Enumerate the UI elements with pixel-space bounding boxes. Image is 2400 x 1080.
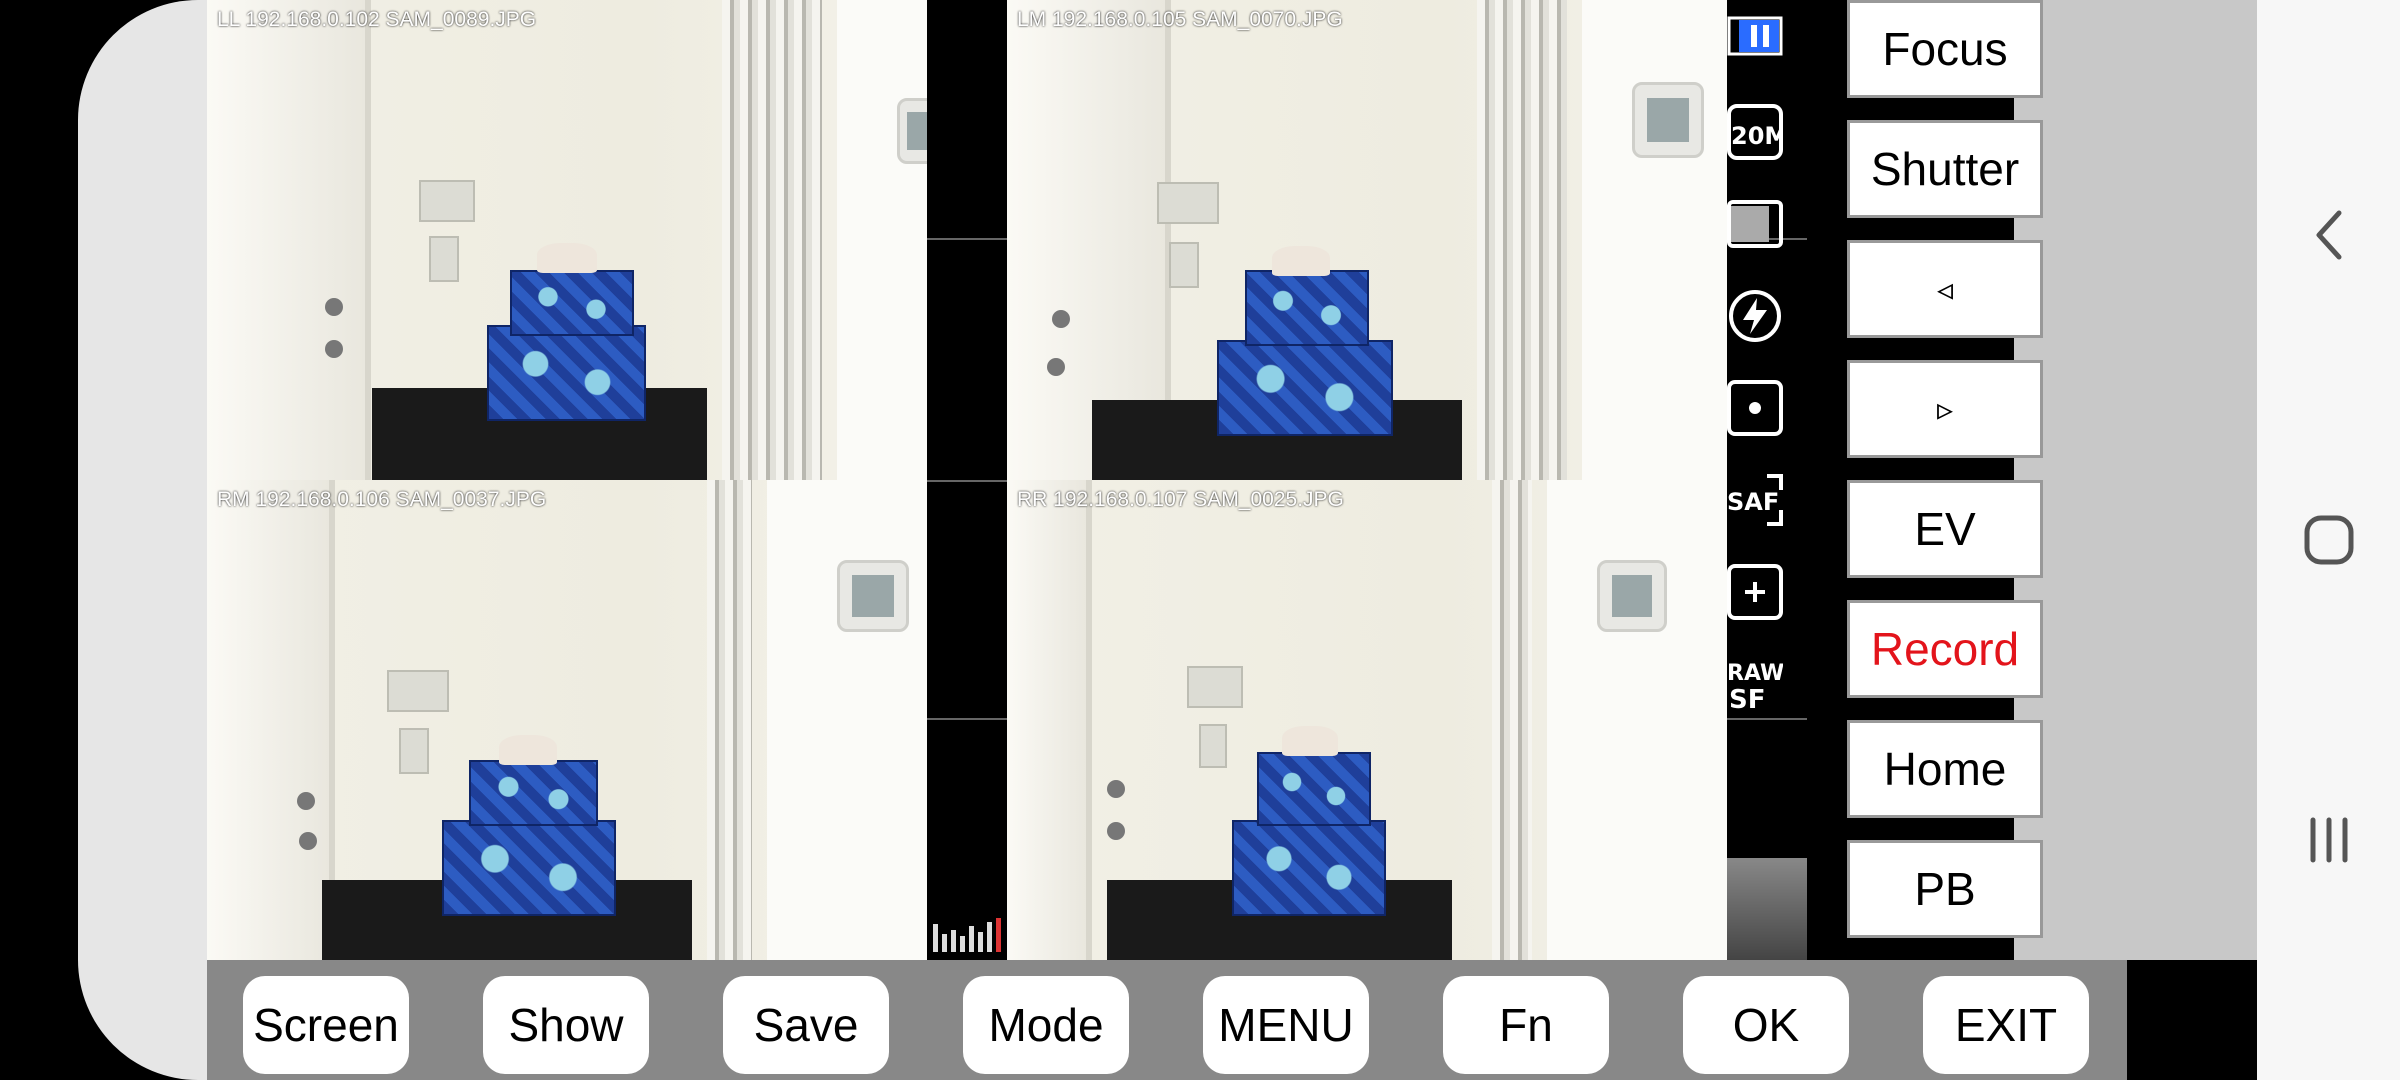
divider-line — [1727, 718, 1807, 720]
door-knob — [325, 298, 343, 316]
ev-button[interactable]: EV — [1847, 480, 2043, 578]
tissue — [499, 735, 557, 765]
wall-panel — [1187, 666, 1243, 708]
record-button[interactable]: Record — [1847, 600, 2043, 698]
pb-button[interactable]: PB — [1847, 840, 2043, 938]
camera-view-rr[interactable]: RR 192.168.0.107 SAM_0025.JPG — [1007, 480, 1727, 960]
divider-line — [927, 718, 1007, 720]
svg-text:RAW: RAW — [1727, 661, 1783, 686]
flash-off-icon — [1727, 288, 1783, 344]
camera-label: RR 192.168.0.107 SAM_0025.JPG — [1017, 488, 1344, 511]
closet-shutters — [722, 0, 822, 480]
recents-icon[interactable] — [2257, 805, 2400, 875]
door — [1007, 480, 1093, 960]
storage-box — [1257, 752, 1371, 826]
system-navigation-bar — [2257, 0, 2400, 1080]
save-button[interactable]: Save — [723, 976, 889, 1074]
tissue — [1272, 246, 1330, 276]
light-switch — [429, 236, 459, 282]
divider-line — [927, 238, 1007, 240]
home-button[interactable]: Home — [1847, 720, 2043, 818]
resolution-20m-icon: 20M — [1727, 104, 1783, 160]
device-bezel — [78, 0, 208, 1080]
next-button[interactable]: ▹ — [1847, 360, 2043, 458]
metering-spot-icon — [1727, 380, 1783, 436]
saf-focus-icon: SAF — [1727, 472, 1783, 528]
camera-view-rm[interactable]: RM 192.168.0.106 SAM_0037.JPG — [207, 480, 927, 960]
light-switch — [1199, 724, 1227, 768]
door-knob — [1107, 780, 1125, 798]
previous-button[interactable]: ◃ — [1847, 240, 2043, 338]
back-icon[interactable] — [2257, 200, 2400, 270]
door-knob — [299, 832, 317, 850]
divider-line — [927, 480, 1007, 482]
light-switch — [399, 728, 429, 774]
camera-view-lm[interactable]: LM 192.168.0.105 SAM_0070.JPG — [1007, 0, 1727, 480]
quality-sf-icon: RAW SF — [1727, 656, 1783, 712]
exit-button[interactable]: EXIT — [1923, 976, 2089, 1074]
wall — [1547, 480, 1727, 960]
camera-label: LM 192.168.0.105 SAM_0070.JPG — [1017, 8, 1343, 31]
svg-text:SF: SF — [1729, 685, 1766, 712]
thermostat — [897, 98, 927, 164]
wall-panel — [1157, 182, 1219, 224]
wall-panel — [387, 670, 449, 712]
light-switch — [1169, 242, 1199, 288]
door-knob — [325, 340, 343, 358]
audio-level-meter — [933, 918, 1001, 952]
thermostat — [1632, 82, 1704, 158]
door-knob — [1052, 310, 1070, 328]
mode-button[interactable]: Mode — [963, 976, 1129, 1074]
fn-button[interactable]: Fn — [1443, 976, 1609, 1074]
bottom-toolbar: Screen Show Save Mode MENU Fn OK EXIT — [207, 960, 2127, 1080]
storage-box — [487, 325, 646, 421]
closet-shutters — [707, 480, 752, 960]
screen-button[interactable]: Screen — [243, 976, 409, 1074]
status-icon-column: 20M SAF RAW SF — [1727, 0, 1807, 960]
wall-panel — [419, 180, 475, 222]
tissue — [1282, 726, 1338, 756]
scroll-gradient — [1727, 858, 1807, 960]
tissue — [537, 243, 597, 273]
closet-shutters — [1492, 480, 1532, 960]
thermostat — [1597, 560, 1667, 632]
camera-control-app: LL 192.168.0.102 SAM_0089.JPG LM 192.168… — [207, 0, 2334, 1080]
wall — [767, 480, 927, 960]
shutter-button[interactable]: Shutter — [1847, 120, 2043, 218]
camera-label: RM 192.168.0.106 SAM_0037.JPG — [217, 488, 547, 511]
home-icon[interactable] — [2257, 505, 2400, 575]
door — [207, 0, 372, 480]
storage-box — [1217, 340, 1393, 436]
focus-button[interactable]: Focus — [1847, 0, 2043, 98]
storage-box — [1232, 820, 1386, 916]
menu-button[interactable]: MENU — [1203, 976, 1369, 1074]
aspect-ratio-icon — [1727, 196, 1783, 252]
wall — [1582, 0, 1727, 480]
svg-text:20M: 20M — [1731, 122, 1783, 150]
storage-box — [510, 270, 634, 336]
thermostat — [837, 560, 909, 632]
door-knob — [297, 792, 315, 810]
divider-strip — [927, 0, 1007, 960]
show-button[interactable]: Show — [483, 976, 649, 1074]
svg-text:SAF: SAF — [1727, 488, 1779, 516]
ok-button[interactable]: OK — [1683, 976, 1849, 1074]
wall — [837, 0, 927, 480]
door-knob — [1047, 358, 1065, 376]
camera-label: LL 192.168.0.102 SAM_0089.JPG — [217, 8, 537, 31]
storage-box — [1245, 270, 1369, 346]
storage-box — [469, 760, 598, 826]
door — [207, 480, 336, 960]
storage-box — [442, 820, 616, 916]
camera-view-ll[interactable]: LL 192.168.0.102 SAM_0089.JPG — [207, 0, 927, 480]
door-knob — [1107, 822, 1125, 840]
pause-icon[interactable] — [1727, 8, 1783, 64]
af-point-icon — [1727, 564, 1783, 620]
closet-shutters — [1477, 0, 1567, 480]
